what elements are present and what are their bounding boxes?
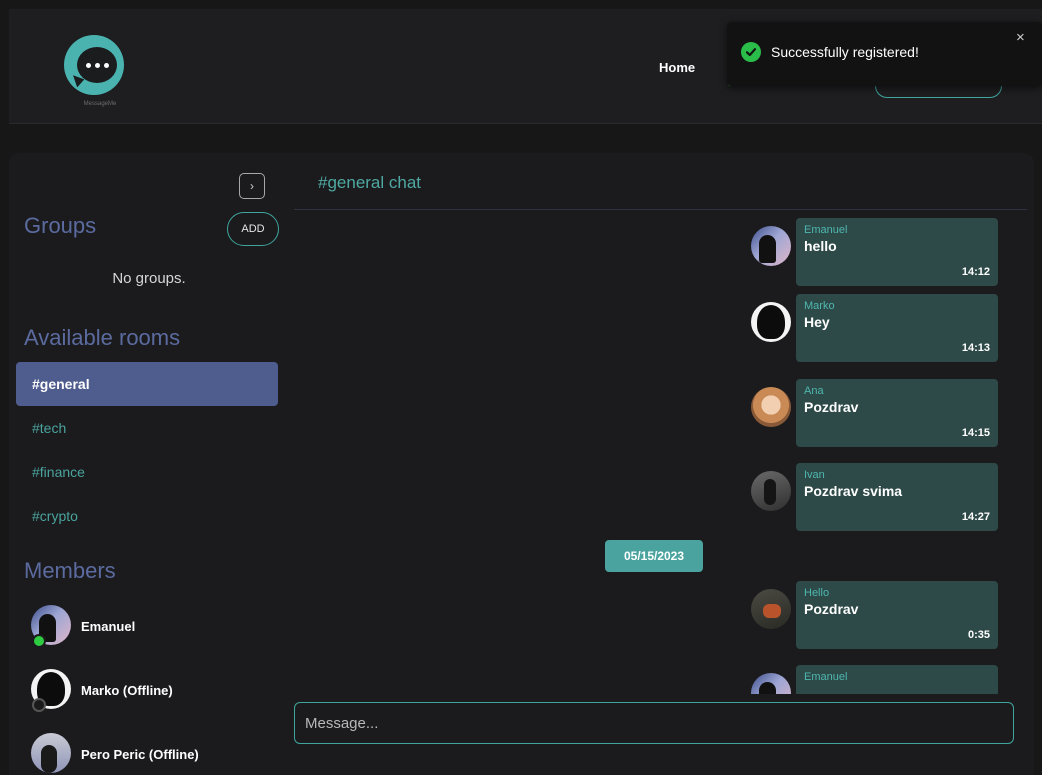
message-list[interactable]: Emanuel hello 14:12 Marko Hey 14:13 Ana … bbox=[294, 218, 1027, 694]
member-item-marko[interactable]: Marko (Offline) bbox=[31, 669, 281, 713]
message-input[interactable] bbox=[294, 702, 1014, 744]
member-name: Emanuel bbox=[81, 619, 136, 634]
avatar bbox=[751, 673, 791, 694]
rooms-title: Available rooms bbox=[24, 325, 181, 350]
check-circle-icon bbox=[741, 42, 761, 62]
message-author: Emanuel bbox=[804, 671, 848, 683]
offline-status-icon bbox=[32, 698, 46, 712]
avatar bbox=[751, 226, 791, 266]
message-bubble: Ana Pozdrav 14:15 bbox=[796, 379, 998, 447]
avatar bbox=[31, 733, 71, 773]
logo-text: MessageMe bbox=[83, 101, 117, 107]
room-item-finance[interactable]: #finance bbox=[16, 450, 278, 494]
room-item-tech[interactable]: #tech bbox=[16, 406, 278, 450]
avatar bbox=[751, 302, 791, 342]
groups-title: Groups bbox=[24, 213, 97, 238]
message-text: Pozdrav bbox=[804, 601, 859, 617]
chat-divider bbox=[294, 209, 1027, 210]
avatar bbox=[751, 471, 791, 511]
member-name: Pero Peric (Offline) bbox=[81, 747, 199, 762]
message-bubble: Emanuel hello 14:12 bbox=[796, 218, 998, 286]
member-name: Marko (Offline) bbox=[81, 683, 173, 698]
online-status-icon bbox=[32, 634, 46, 648]
message-item: Emanuel hello 14:12 bbox=[751, 218, 1011, 286]
members-title: Members bbox=[24, 558, 116, 583]
member-item-pero-peric[interactable]: Pero Peric (Offline) bbox=[31, 733, 281, 775]
message-item: Hello Pozdrav 0:35 bbox=[751, 581, 1011, 649]
chat-title: #general chat bbox=[318, 173, 422, 192]
message-time: 0:35 bbox=[967, 629, 990, 641]
toast-message: Successfully registered! bbox=[771, 44, 919, 60]
toast-close-icon[interactable]: × bbox=[1016, 29, 1025, 46]
message-bubble: Hello Pozdrav 0:35 bbox=[796, 581, 998, 649]
message-author: Emanuel bbox=[804, 224, 848, 236]
add-group-button[interactable]: ADD bbox=[227, 212, 279, 246]
message-author: Marko bbox=[804, 300, 835, 312]
date-divider: 05/15/2023 bbox=[605, 540, 703, 572]
no-groups-text: No groups. bbox=[112, 270, 186, 287]
message-bubble: Emanuel bbox=[796, 665, 998, 694]
message-bubble: Marko Hey 14:13 bbox=[796, 294, 998, 362]
logo-chat-icon bbox=[64, 35, 124, 95]
app-root: MessageMe Home Successfully registered! … bbox=[0, 0, 1042, 775]
app-logo[interactable]: MessageMe bbox=[61, 35, 139, 119]
message-author: Hello bbox=[804, 587, 830, 599]
message-item: Ana Pozdrav 14:15 bbox=[751, 379, 1011, 447]
message-item: Emanuel bbox=[751, 665, 1011, 694]
nav-home-link[interactable]: Home bbox=[659, 60, 695, 75]
sidebar-collapse-button[interactable]: › bbox=[239, 173, 265, 199]
room-item-general[interactable]: #general bbox=[16, 362, 278, 406]
room-item-crypto[interactable]: #crypto bbox=[16, 494, 278, 538]
chat-area: #general chat Emanuel hello 14:12 Marko … bbox=[294, 153, 1034, 775]
message-author: Ana bbox=[804, 385, 824, 397]
avatar bbox=[751, 387, 791, 427]
success-toast: Successfully registered! × bbox=[727, 22, 1042, 86]
message-time: 14:15 bbox=[961, 427, 990, 439]
message-text: hello bbox=[804, 238, 837, 254]
message-item: Ivan Pozdrav svima 14:27 bbox=[751, 463, 1011, 531]
message-time: 14:27 bbox=[961, 511, 990, 523]
message-time: 14:13 bbox=[961, 342, 990, 354]
avatar bbox=[751, 589, 791, 629]
message-item: Marko Hey 14:13 bbox=[751, 294, 1011, 362]
message-time: 14:12 bbox=[961, 266, 990, 278]
message-bubble: Ivan Pozdrav svima 14:27 bbox=[796, 463, 998, 531]
member-item-emanuel[interactable]: Emanuel bbox=[31, 605, 281, 649]
message-text: Hey bbox=[804, 314, 830, 330]
main-panel: › Groups ADD No groups. Available rooms … bbox=[9, 153, 1034, 775]
message-text: Pozdrav bbox=[804, 399, 859, 415]
message-text: Pozdrav svima bbox=[804, 483, 903, 499]
message-author: Ivan bbox=[804, 469, 825, 481]
sidebar: › Groups ADD No groups. Available rooms … bbox=[9, 153, 289, 775]
